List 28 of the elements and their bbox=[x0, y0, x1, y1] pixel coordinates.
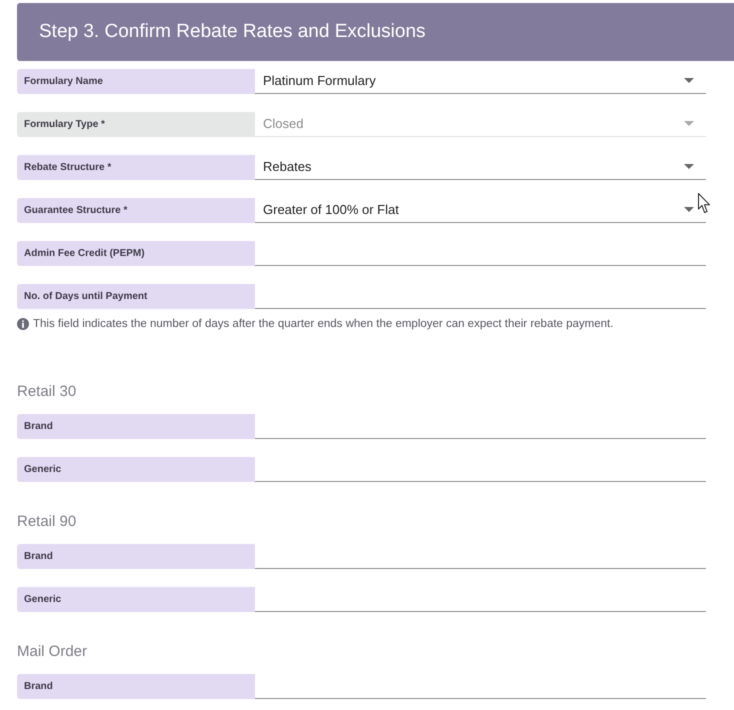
mouse-pointer-icon bbox=[698, 193, 711, 214]
caret-icon bbox=[684, 78, 694, 82]
select-field[interactable]: Platinum Formulary bbox=[255, 69, 706, 94]
info-icon bbox=[17, 318, 29, 330]
caret-icon bbox=[684, 120, 694, 126]
field-label: Generic bbox=[17, 587, 255, 612]
select-value: Closed bbox=[263, 116, 304, 130]
field-label: Admin Fee Credit (PEPM) bbox=[17, 241, 255, 266]
field-label: Formulary Type * bbox=[17, 112, 255, 137]
field-label: Rebate Structure * bbox=[17, 155, 255, 180]
select-value: Greater of 100% or Flat bbox=[263, 202, 399, 216]
step-title: Step 3. Confirm Rebate Rates and Exclusions bbox=[39, 21, 426, 43]
caret-icon bbox=[684, 206, 694, 212]
field-label: No. of Days until Payment bbox=[17, 284, 255, 309]
field-label: Brand bbox=[17, 544, 255, 569]
field-label: Brand bbox=[17, 674, 255, 699]
field-label: Guarantee Structure * bbox=[17, 198, 255, 223]
field-label: Brand bbox=[17, 414, 255, 439]
select-value: Rebates bbox=[263, 158, 312, 174]
section-heading: Mail Order bbox=[17, 642, 88, 662]
field-label: Generic bbox=[17, 457, 255, 482]
select-value: Platinum Formulary bbox=[263, 72, 376, 88]
caret-icon bbox=[684, 164, 694, 168]
section-heading: Retail 30 bbox=[17, 382, 76, 402]
section-heading: Retail 90 bbox=[17, 512, 76, 532]
select-field[interactable]: Rebates bbox=[255, 155, 706, 180]
help-text: This field indicates the number of days after the quarter ends when the employer can expect their rebate payment. bbox=[33, 318, 614, 330]
field-label: Formulary Name bbox=[17, 69, 255, 94]
